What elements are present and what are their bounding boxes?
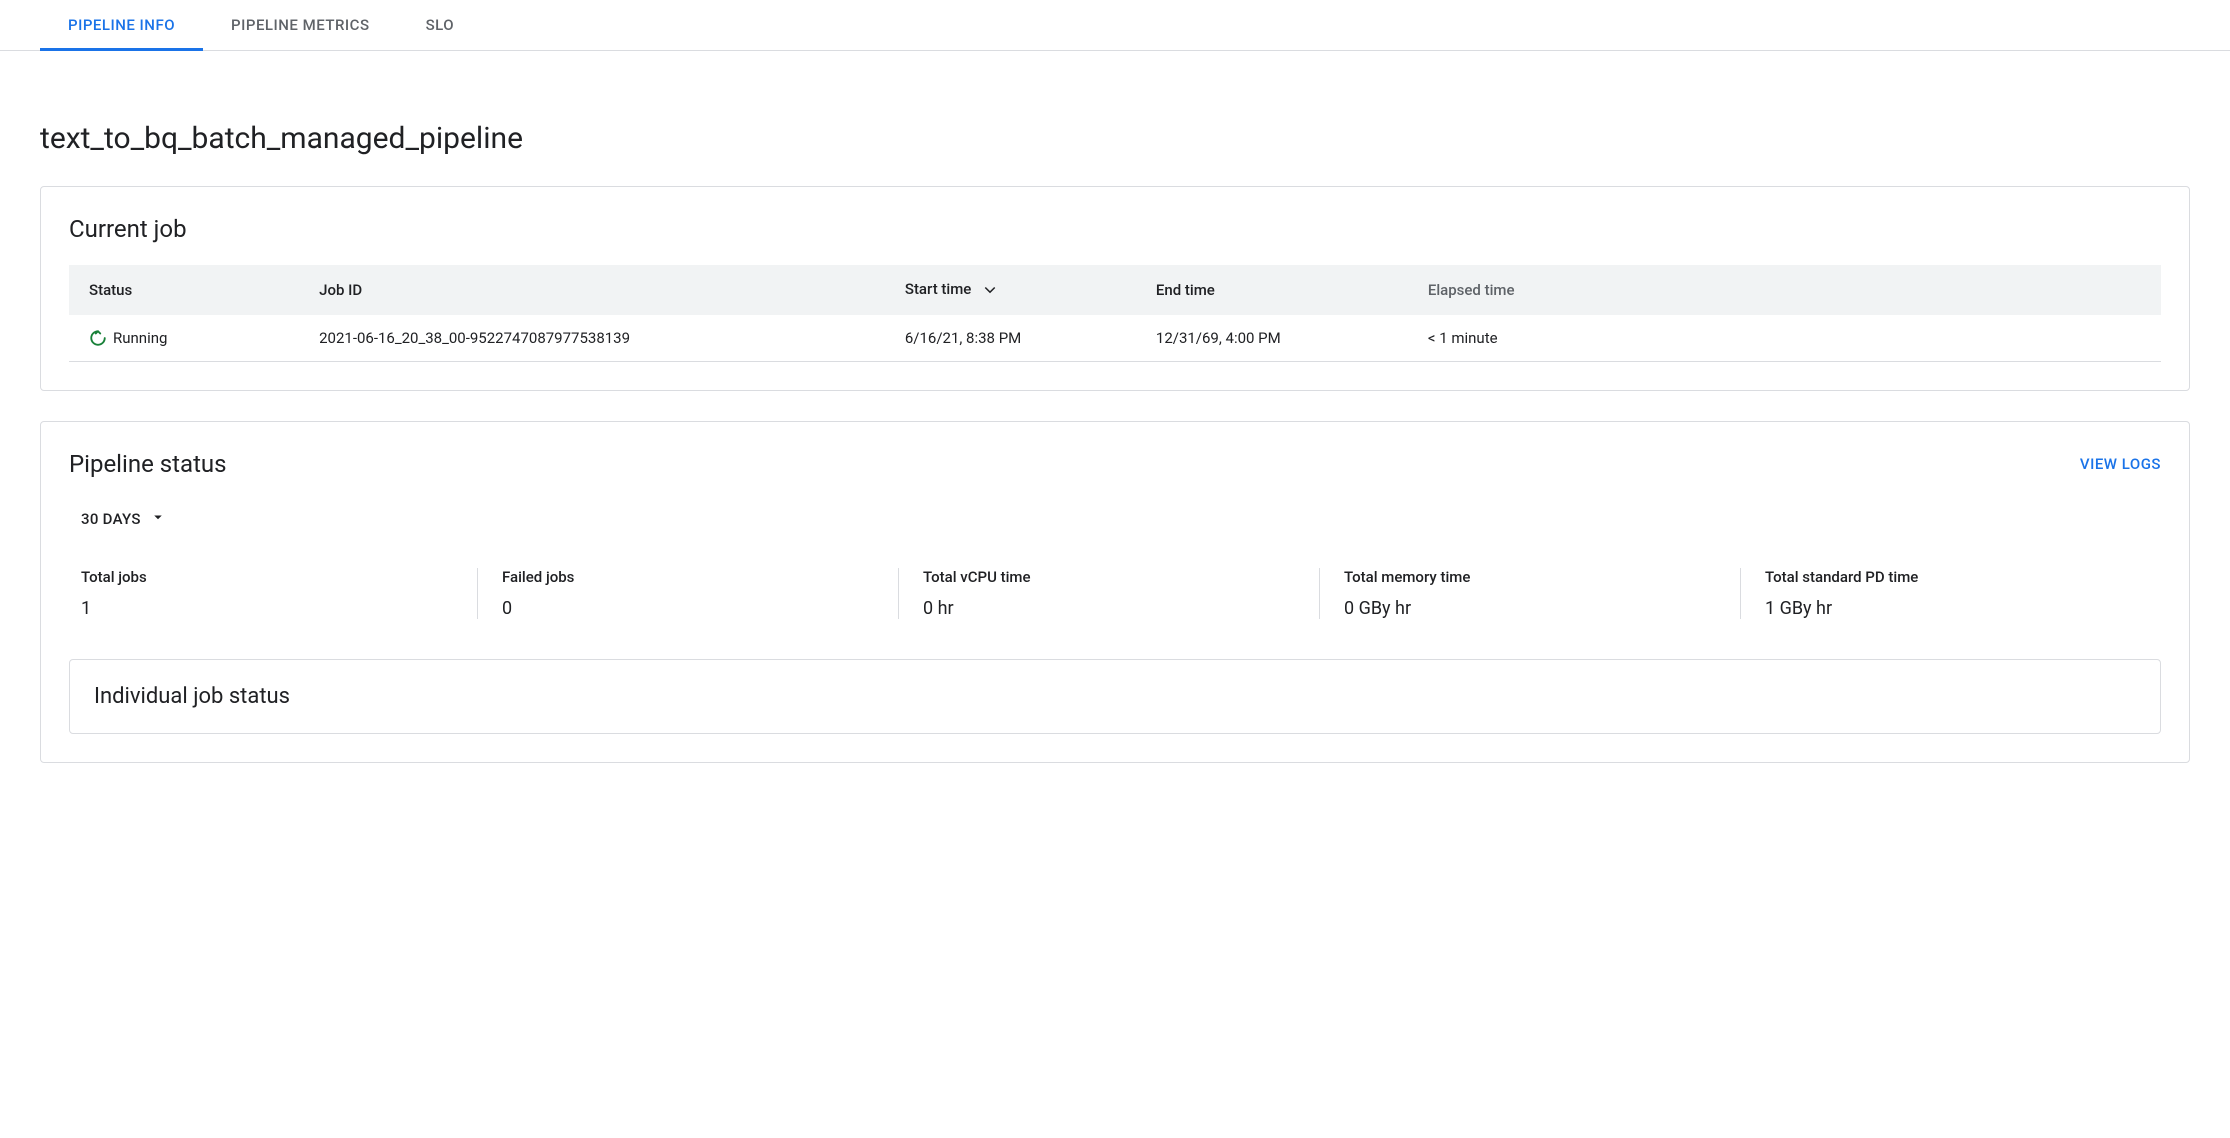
sort-arrow-down-icon	[981, 279, 999, 301]
stats-row: Total jobs 1 Failed jobs 0 Total vCPU ti…	[69, 568, 2161, 619]
stat-value: 0	[502, 598, 874, 619]
stat-failed-jobs: Failed jobs 0	[478, 568, 899, 619]
page-title: text_to_bq_batch_managed_pipeline	[40, 121, 2190, 156]
stat-total-pd: Total standard PD time 1 GBy hr	[1741, 568, 2161, 619]
th-start-time[interactable]: Start time	[885, 265, 1136, 315]
tabs-bar: PIPELINE INFO PIPELINE METRICS SLO	[0, 0, 2230, 51]
stat-total-vcpu: Total vCPU time 0 hr	[899, 568, 1320, 619]
stat-label: Total jobs	[81, 568, 453, 586]
view-logs-button[interactable]: VIEW LOGS	[2080, 455, 2161, 473]
current-job-card: Current job Status Job ID Start time End…	[40, 186, 2190, 391]
table-row[interactable]: Running 2021-06-16_20_38_00-952274708797…	[69, 315, 2161, 362]
date-range-label: 30 DAYS	[81, 510, 141, 528]
th-job-id[interactable]: Job ID	[299, 265, 885, 315]
stat-total-memory: Total memory time 0 GBy hr	[1320, 568, 1741, 619]
cell-end-time: 12/31/69, 4:00 PM	[1136, 315, 1408, 362]
stat-value: 1	[81, 598, 453, 619]
content-area: text_to_bq_batch_managed_pipeline Curren…	[0, 121, 2230, 763]
tab-slo[interactable]: SLO	[398, 0, 483, 50]
date-range-selector[interactable]: 30 DAYS	[69, 500, 179, 538]
stat-value: 1 GBy hr	[1765, 598, 2137, 619]
cell-job-id: 2021-06-16_20_38_00-9522747087977538139	[299, 315, 885, 362]
cell-elapsed-time: < 1 minute	[1408, 315, 2161, 362]
pipeline-status-title: Pipeline status	[69, 450, 227, 478]
chevron-down-icon	[149, 508, 167, 530]
tab-pipeline-info[interactable]: PIPELINE INFO	[40, 0, 203, 50]
stat-total-jobs: Total jobs 1	[69, 568, 478, 619]
current-job-table: Status Job ID Start time End time Elapse…	[69, 265, 2161, 362]
th-status[interactable]: Status	[69, 265, 299, 315]
table-header-row: Status Job ID Start time End time Elapse…	[69, 265, 2161, 315]
stat-label: Failed jobs	[502, 568, 874, 586]
individual-job-status-title: Individual job status	[94, 684, 2136, 709]
tab-pipeline-metrics[interactable]: PIPELINE METRICS	[203, 0, 398, 50]
th-elapsed-time[interactable]: Elapsed time	[1408, 265, 2161, 315]
cell-start-time: 6/16/21, 8:38 PM	[885, 315, 1136, 362]
cell-status-text: Running	[113, 329, 167, 347]
stat-label: Total standard PD time	[1765, 568, 2137, 586]
th-end-time[interactable]: End time	[1136, 265, 1408, 315]
current-job-title: Current job	[69, 215, 2161, 243]
cell-status: Running	[69, 315, 299, 362]
stat-label: Total vCPU time	[923, 568, 1295, 586]
th-start-time-label: Start time	[905, 280, 971, 298]
stat-value: 0 hr	[923, 598, 1295, 619]
stat-label: Total memory time	[1344, 568, 1716, 586]
individual-job-status-card: Individual job status	[69, 659, 2161, 734]
running-icon	[89, 329, 107, 347]
stat-value: 0 GBy hr	[1344, 598, 1716, 619]
pipeline-status-card: Pipeline status VIEW LOGS 30 DAYS Total …	[40, 421, 2190, 763]
